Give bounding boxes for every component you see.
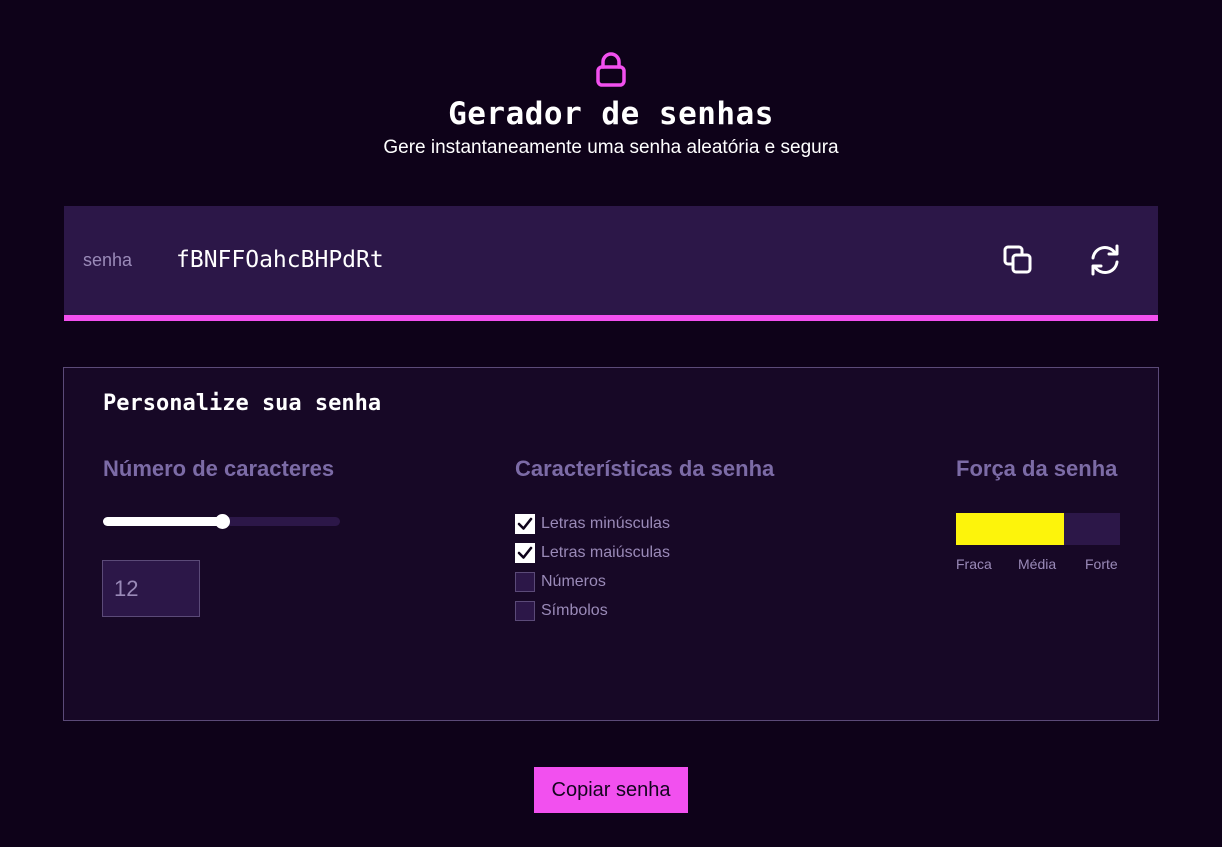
- length-slider-fill: [103, 517, 222, 526]
- options-title: Personalize sua senha: [103, 391, 382, 416]
- strength-heading: Força da senha: [956, 456, 1118, 481]
- page-subtitle: Gere instantaneamente uma senha aleatóri…: [383, 137, 839, 158]
- password-label: senha: [83, 250, 133, 270]
- strength-meter: [956, 513, 1120, 545]
- length-slider[interactable]: [103, 514, 340, 529]
- option-label: Símbolos: [541, 602, 608, 619]
- option-lowercase[interactable]: Letras minúsculas: [515, 513, 670, 535]
- strength-label-medium: Média: [1018, 556, 1057, 572]
- length-slider-thumb[interactable]: [214, 514, 230, 529]
- symbols-checkbox[interactable]: [515, 601, 535, 621]
- refresh-icon: [1087, 242, 1123, 283]
- option-label: Letras maiúsculas: [541, 544, 670, 561]
- characteristics-heading: Características da senha: [515, 456, 775, 481]
- strength-label-weak: Fraca: [956, 556, 992, 572]
- numbers-checkbox[interactable]: [515, 572, 535, 592]
- lock-icon: [594, 52, 628, 88]
- option-numbers[interactable]: Números: [515, 571, 606, 593]
- page-title: Gerador de senhas: [448, 96, 774, 132]
- copy-password-button[interactable]: Copiar senha: [534, 767, 688, 813]
- option-symbols[interactable]: Símbolos: [515, 600, 608, 622]
- copy-icon: [1001, 243, 1035, 282]
- option-uppercase[interactable]: Letras maiúsculas: [515, 542, 670, 564]
- check-icon: [517, 546, 533, 559]
- copy-password-icon-button[interactable]: [998, 242, 1038, 282]
- strength-meter-fill: [956, 513, 1065, 545]
- password-display-accent: [64, 315, 1158, 321]
- regenerate-password-button[interactable]: [1085, 242, 1125, 282]
- option-label: Números: [541, 573, 606, 590]
- uppercase-checkbox[interactable]: [515, 543, 535, 563]
- length-heading: Número de caracteres: [103, 456, 335, 481]
- length-input[interactable]: 12: [102, 560, 200, 617]
- check-icon: [517, 517, 533, 530]
- password-generator-page: Gerador de senhas Gere instantaneamente …: [0, 0, 1222, 847]
- password-value[interactable]: fBNFFOahcBHPdRt: [176, 247, 384, 273]
- lowercase-checkbox[interactable]: [515, 514, 535, 534]
- option-label: Letras minúsculas: [541, 515, 670, 532]
- strength-label-strong: Forte: [1085, 556, 1118, 572]
